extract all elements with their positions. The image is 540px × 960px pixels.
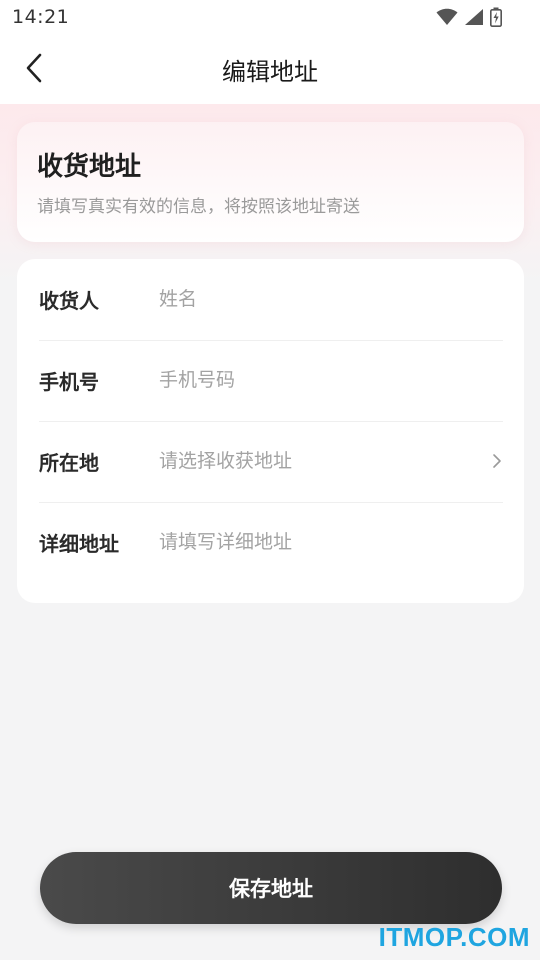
form-row-phone: 手机号 <box>39 340 503 422</box>
wifi-icon <box>436 8 458 30</box>
detail-address-label: 详细地址 <box>39 532 119 556</box>
address-form: 收货人 手机号 所在地 详细地址 <box>17 259 524 603</box>
location-select-input[interactable] <box>159 439 479 483</box>
intro-title: 收货地址 <box>37 152 142 182</box>
receiver-name-input[interactable] <box>159 277 479 321</box>
location-label: 所在地 <box>39 451 99 475</box>
form-row-detail-address: 详细地址 <box>39 502 503 583</box>
nav-header: 编辑地址 <box>0 34 540 104</box>
status-icons <box>436 7 502 31</box>
status-time: 14:21 <box>12 6 70 28</box>
form-row-receiver: 收货人 <box>39 259 503 341</box>
phone-label: 手机号 <box>39 370 99 394</box>
receiver-label: 收货人 <box>39 289 99 313</box>
status-bar: 14:21 <box>0 0 540 34</box>
phone-number-input[interactable] <box>159 358 479 402</box>
intro-card: 收货地址 请填写真实有效的信息，将按照该地址寄送 <box>17 122 524 242</box>
detail-address-input[interactable] <box>159 520 479 564</box>
save-address-button[interactable]: 保存地址 <box>40 852 502 924</box>
battery-icon <box>490 7 502 31</box>
form-row-location[interactable]: 所在地 <box>39 421 503 503</box>
chevron-right-icon <box>491 451 503 471</box>
watermark-text: ITMOP.COM <box>378 922 530 952</box>
signal-icon <box>464 8 484 30</box>
page-title: 编辑地址 <box>222 58 318 86</box>
intro-subtitle: 请填写真实有效的信息，将按照该地址寄送 <box>37 197 360 217</box>
